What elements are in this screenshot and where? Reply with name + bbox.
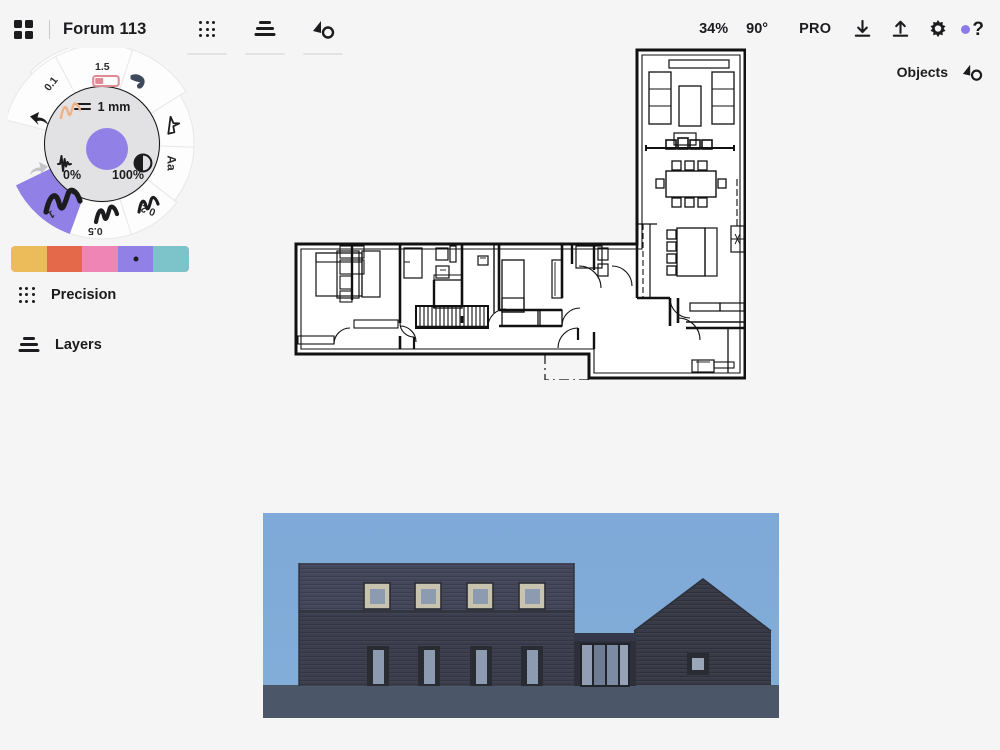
document-title[interactable]: Forum 113	[63, 20, 146, 39]
grid-square-3	[14, 30, 22, 39]
precision-grid-tool[interactable]	[178, 9, 236, 55]
gable-window	[687, 653, 709, 675]
help-status-dot	[961, 24, 971, 34]
toolbar-right-group: 34% 90° PRO ?	[690, 11, 1000, 47]
opacity-min-value: 0%	[63, 168, 82, 182]
objects-label: Objects	[896, 64, 948, 80]
help-button[interactable]: ?	[957, 20, 984, 39]
objects-panel-toggle[interactable]: Objects	[897, 62, 984, 82]
wheel-label-0-5[interactable]: 0.5	[88, 225, 103, 237]
layer-stack-icon	[18, 337, 39, 353]
layer-stack-icon	[254, 21, 276, 37]
sidebar-item-label-precision: Precision	[51, 286, 117, 303]
rotation-angle[interactable]: 90°	[737, 21, 777, 37]
grid-squares-icon[interactable]	[14, 19, 33, 39]
toolbar-tool-group	[178, 9, 352, 55]
color-palette[interactable]	[11, 246, 189, 272]
sidebar-item-precision[interactable]: Precision	[18, 286, 116, 303]
line-weight-icon	[73, 102, 91, 112]
color-swatch-pink[interactable]	[82, 246, 118, 272]
color-swatch-teal[interactable]	[153, 246, 189, 272]
grid-square-4	[25, 30, 33, 39]
architectural-floor-plan[interactable]	[294, 48, 746, 380]
selected-swatch-dot	[133, 256, 139, 262]
nine-dots-icon	[18, 286, 35, 303]
opacity-max-value: 100%	[112, 168, 144, 182]
grid-square-2	[25, 19, 33, 28]
nine-dots-icon	[199, 21, 216, 38]
help-question-icon: ?	[972, 18, 984, 40]
radial-tool-wheel[interactable]: 1 mm 0% 100% 0.1 1.5 Aa 0.2 0.5 1	[8, 48, 204, 244]
wheel-label-text[interactable]: Aa	[165, 155, 179, 170]
toolbar-left-group: Forum 113	[0, 9, 352, 55]
upload-button[interactable]	[881, 11, 919, 47]
upload-icon	[892, 20, 909, 37]
settings-button[interactable]	[919, 11, 957, 47]
architectural-elevation-render[interactable]	[263, 513, 779, 718]
grid-square-1	[14, 19, 22, 28]
download-icon	[854, 19, 871, 37]
color-swatch-yellow[interactable]	[11, 246, 47, 272]
wheel-label-1-5[interactable]: 1.5	[95, 61, 110, 73]
objects-tool[interactable]	[294, 9, 352, 55]
object-node-icon	[313, 21, 335, 39]
object-node-icon	[962, 64, 983, 81]
toolbar-divider	[49, 19, 50, 39]
sidebar-item-layers[interactable]: Layers	[18, 337, 102, 353]
pro-badge[interactable]: PRO	[777, 21, 843, 37]
sidebar-item-label-layers: Layers	[55, 337, 102, 353]
app-root: Forum 113 34% 90° PRO ? Objects 1 mm 0% …	[0, 0, 1000, 750]
wheel-color-preview[interactable]	[86, 128, 128, 170]
wheel-size-row[interactable]: 1 mm	[44, 100, 160, 114]
color-swatch-purple[interactable]	[117, 246, 154, 272]
gear-icon	[930, 20, 946, 38]
download-button[interactable]	[843, 11, 881, 47]
brush-size-value: 1 mm	[97, 100, 131, 114]
entrance-glazing	[580, 643, 630, 687]
ground-plane	[263, 685, 779, 718]
color-swatch-orange[interactable]	[46, 246, 83, 272]
zoom-level[interactable]: 34%	[690, 21, 737, 37]
layers-tool[interactable]	[236, 9, 294, 55]
